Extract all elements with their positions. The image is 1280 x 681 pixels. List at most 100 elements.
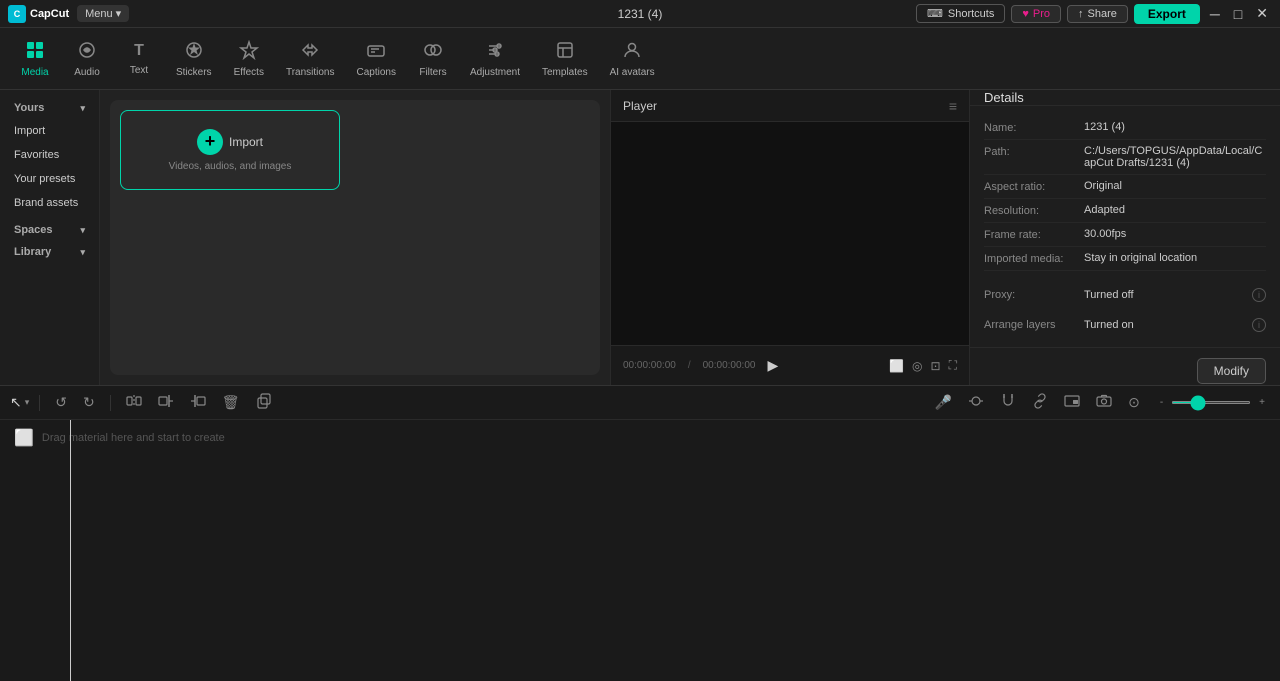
logo: C CapCut <box>8 5 69 23</box>
pro-button[interactable]: ♥ Pro <box>1011 5 1061 23</box>
detail-arrange-value: Turned on <box>1084 319 1252 331</box>
ai-avatars-icon <box>622 40 642 63</box>
player-fit-icon[interactable]: ⊡ <box>931 359 941 373</box>
detail-name-value: 1231 (4) <box>1084 121 1266 133</box>
toolbar-adjustment[interactable]: Adjustment <box>460 34 530 84</box>
topbar-left: C CapCut Menu ▾ <box>8 5 129 23</box>
link-btn[interactable] <box>1027 391 1053 414</box>
cursor-selector[interactable]: ↖ ▾ <box>10 394 29 411</box>
import-button[interactable]: + Import Videos, audios, and images <box>120 110 340 190</box>
player-menu-icon[interactable]: ≡ <box>949 98 957 114</box>
sidebar-item-import[interactable]: Import <box>0 120 99 142</box>
sidebar: Yours ▾ Import Favorites Your presets Br… <box>0 90 100 385</box>
pip-btn[interactable] <box>1059 391 1085 414</box>
player-icons: ⬜ ◎ ⊡ ⛶ <box>889 358 957 373</box>
redo-button[interactable]: ↻ <box>78 392 100 413</box>
topbar: C CapCut Menu ▾ 1231 (4) ⌨ Shortcuts ♥ P… <box>0 0 1280 28</box>
trim-left-button[interactable] <box>153 391 179 414</box>
media-panel: + Import Videos, audios, and images <box>100 90 610 385</box>
player-time-end: 00:00:00:00 <box>703 360 756 371</box>
sidebar-item-favorites[interactable]: Favorites <box>0 144 99 166</box>
timeline-right-tools: 🎤 <box>930 391 1270 414</box>
keyframe-btn[interactable] <box>963 391 989 414</box>
toolbar-stickers[interactable]: Stickers <box>166 34 222 84</box>
cursor-dropdown-icon: ▾ <box>25 397 30 408</box>
cursor-icon: ↖ <box>10 394 22 411</box>
delete-button[interactable]: 🗑 <box>217 392 245 413</box>
app-name: CapCut <box>30 8 69 20</box>
timeline-toolbar: ↖ ▾ ↺ ↻ <box>0 386 1280 420</box>
sidebar-item-brand-assets[interactable]: Brand assets <box>0 192 99 214</box>
minimize-button[interactable]: ─ <box>1206 6 1224 22</box>
audio-icon <box>77 40 97 63</box>
sidebar-item-your-presets[interactable]: Your presets <box>0 168 99 190</box>
zoom-out-btn[interactable]: - <box>1155 395 1168 410</box>
detail-aspect-value: Original <box>1084 180 1266 192</box>
undo-button[interactable]: ↺ <box>50 392 72 413</box>
detail-aspect-label: Aspect ratio: <box>984 180 1084 193</box>
details-panel: Details Name: 1231 (4) Path: C:/Users/TO… <box>970 90 1280 385</box>
player-body <box>611 122 969 345</box>
audio-timeline-btn[interactable]: 🎤 <box>930 392 957 413</box>
copy-button[interactable] <box>251 391 277 414</box>
toolbar-ai-avatars[interactable]: AI avatars <box>600 34 665 84</box>
player-panel: Player ≡ 00:00:00:00 / 00:00:00:00 ▶ ⬜ ◎… <box>610 90 970 385</box>
details-header: Details <box>970 90 1280 106</box>
zoom-slider[interactable] <box>1171 401 1251 404</box>
modify-button[interactable]: Modify <box>1197 358 1266 384</box>
toolbar-audio[interactable]: Audio <box>62 34 112 84</box>
toolbar-media[interactable]: Media <box>10 34 60 84</box>
sidebar-section-library[interactable]: Library ▾ <box>4 242 95 262</box>
detail-arrange-label: Arrange layers <box>984 319 1084 331</box>
detail-row-aspect: Aspect ratio: Original <box>984 175 1266 199</box>
play-button[interactable]: ▶ <box>767 357 778 374</box>
media-icon <box>25 40 45 63</box>
player-time-start: 00:00:00:00 <box>623 360 676 371</box>
zoom-slider-area: - + <box>1155 395 1270 410</box>
transitions-icon <box>300 40 320 63</box>
player-aspect-icon[interactable]: ⬜ <box>889 359 904 373</box>
toolbar-transitions[interactable]: Transitions <box>276 34 345 84</box>
toolbar-effects[interactable]: Effects <box>224 34 274 84</box>
templates-icon <box>555 40 575 63</box>
chevron-icon: ▾ <box>80 103 85 114</box>
toolbar-text[interactable]: T Text <box>114 35 164 82</box>
detail-imported-value: Stay in original location <box>1084 252 1266 264</box>
detail-row-path: Path: C:/Users/TOPGUS/AppData/Local/CapC… <box>984 140 1266 175</box>
timeline-track-area: ⬜ Drag material here and start to create <box>0 420 1280 681</box>
player-fullscreen-icon[interactable]: ⛶ <box>949 358 957 373</box>
magnet-btn[interactable] <box>995 391 1021 414</box>
player-header: Player ≡ <box>611 90 969 122</box>
details-footer: Modify <box>970 347 1280 385</box>
sidebar-section-spaces[interactable]: Spaces ▾ <box>4 220 95 240</box>
details-body: Name: 1231 (4) Path: C:/Users/TOPGUS/App… <box>970 106 1280 347</box>
player-zoom-icon[interactable]: ◎ <box>912 359 922 373</box>
share-button[interactable]: ↑ Share <box>1067 5 1128 23</box>
toolbar-templates[interactable]: Templates <box>532 34 598 84</box>
drag-zone: ⬜ Drag material here and start to create <box>14 428 225 448</box>
maximize-button[interactable]: □ <box>1230 6 1246 22</box>
filters-icon <box>423 40 443 63</box>
shortcuts-button[interactable]: ⌨ Shortcuts <box>916 4 1005 23</box>
timeline-area: ↖ ▾ ↺ ↻ <box>0 385 1280 681</box>
logo-icon: C <box>8 5 26 23</box>
captions-icon <box>366 40 386 63</box>
toolbar-captions[interactable]: Captions <box>347 34 406 84</box>
proxy-info-icon[interactable]: i <box>1252 288 1266 302</box>
export-button[interactable]: Export <box>1134 4 1200 24</box>
timeline-divider-1 <box>39 395 40 411</box>
split-button[interactable] <box>121 391 147 414</box>
speed-btn[interactable]: ⊙ <box>1123 392 1145 413</box>
trim-right-button[interactable] <box>185 391 211 414</box>
detail-framerate-value: 30.00fps <box>1084 228 1266 240</box>
camera-btn[interactable] <box>1091 391 1117 414</box>
arrange-info-icon[interactable]: i <box>1252 318 1266 332</box>
zoom-in-btn[interactable]: + <box>1254 395 1270 410</box>
sidebar-section-yours[interactable]: Yours ▾ <box>4 98 95 118</box>
menu-button[interactable]: Menu ▾ <box>77 5 129 22</box>
close-button[interactable]: ✕ <box>1252 5 1272 22</box>
detail-row-imported-media: Imported media: Stay in original locatio… <box>984 247 1266 271</box>
toolbar-filters[interactable]: Filters <box>408 34 458 84</box>
import-plus-icon: + <box>197 129 223 155</box>
details-title: Details <box>984 90 1024 105</box>
